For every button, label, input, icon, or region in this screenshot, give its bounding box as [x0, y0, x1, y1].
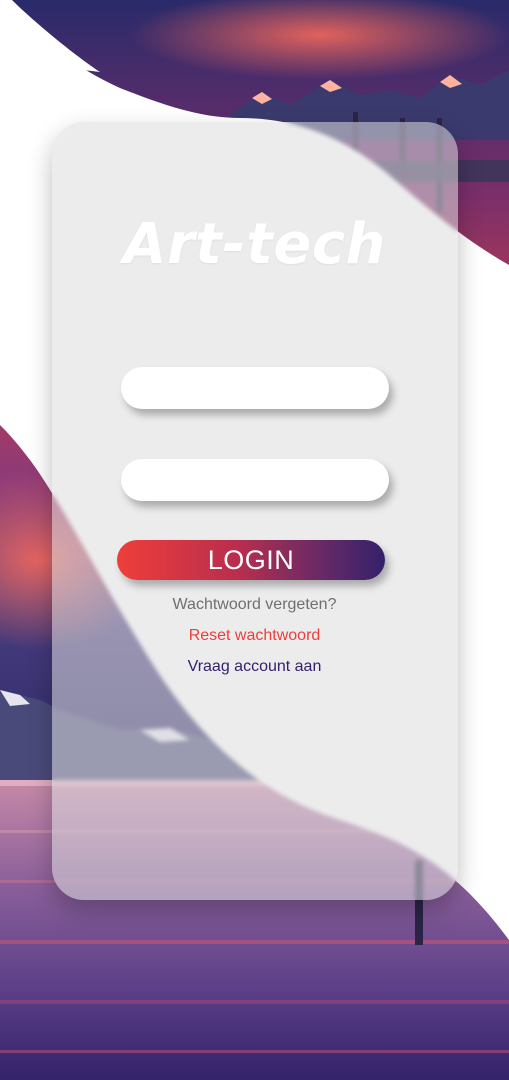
- username-field[interactable]: [121, 367, 389, 409]
- password-field[interactable]: [121, 459, 389, 501]
- request-account-link[interactable]: Vraag account aan: [0, 658, 509, 676]
- login-button[interactable]: LOGIN: [117, 540, 385, 580]
- reset-password-link[interactable]: Reset wachtwoord: [0, 627, 509, 645]
- app-logo: Art-tech: [123, 212, 386, 277]
- forgot-password-text: Wachtwoord vergeten?: [172, 596, 337, 613]
